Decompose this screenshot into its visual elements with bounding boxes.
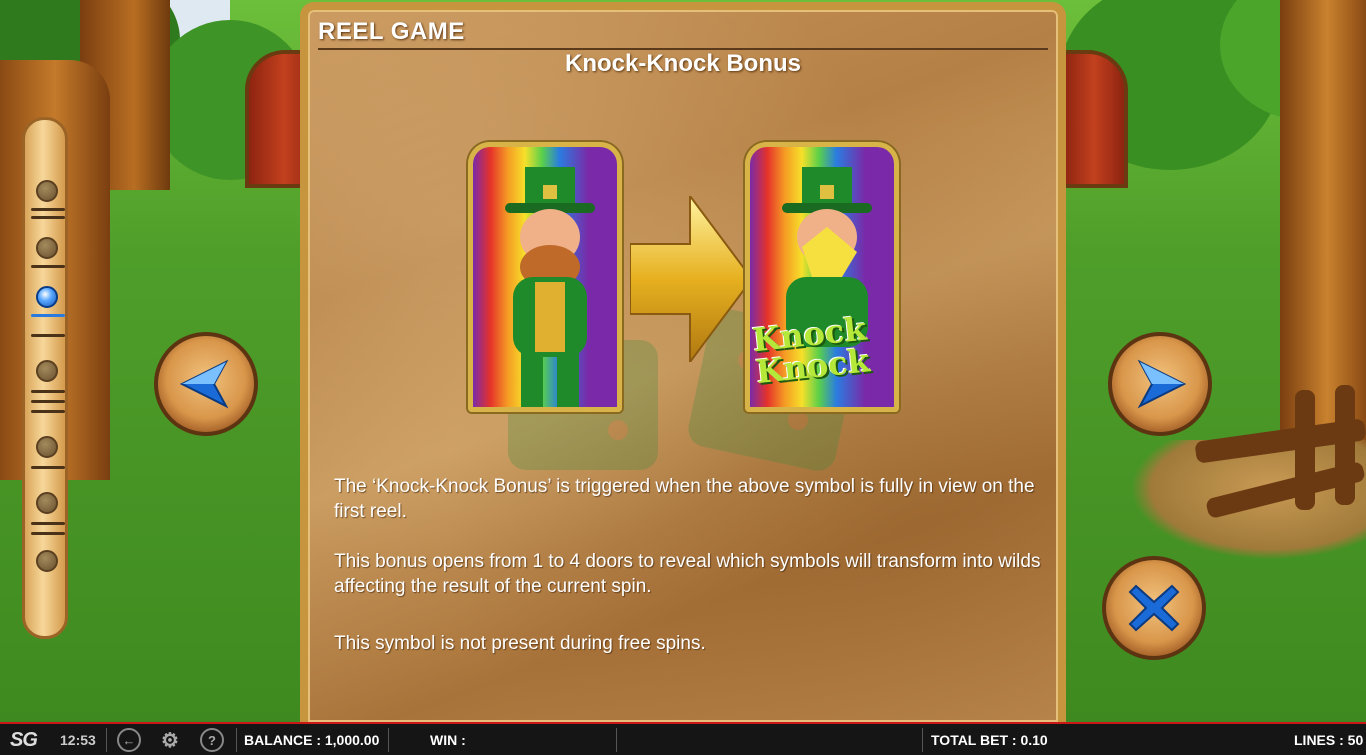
balance-label: BALANCE : 1,000.00 <box>244 732 380 748</box>
help-icon[interactable]: ? <box>200 728 224 752</box>
knock-knock-symbol: Knock Knock <box>745 142 899 412</box>
leprechaun-symbol <box>468 142 622 412</box>
description-paragraph-3: This symbol is not present during free s… <box>334 633 706 654</box>
wooden-fence <box>1194 385 1366 520</box>
next-page-button[interactable] <box>1108 332 1212 436</box>
clock: 12:53 <box>60 732 96 748</box>
lines-label: LINES : 50 <box>1294 732 1364 748</box>
back-icon[interactable]: ← <box>117 728 141 752</box>
description-paragraph-1: The ‘Knock-Knock Bonus’ is triggered whe… <box>334 476 1035 522</box>
page-dot-4[interactable] <box>36 360 58 382</box>
arrow-left-icon <box>179 359 229 409</box>
page-dot-6[interactable] <box>36 492 58 514</box>
page-indicator-strip <box>22 117 68 639</box>
sg-logo: SG <box>10 729 38 751</box>
page-dot-2[interactable] <box>36 237 58 259</box>
total-bet-label: TOTAL BET : 0.10 <box>931 732 1048 748</box>
panel-header: REEL GAME <box>318 18 465 45</box>
close-x-icon <box>1128 584 1180 632</box>
status-bar: SG 12:53 ← ⚙ ? BALANCE : 1,000.00 WIN : … <box>0 722 1366 755</box>
red-door-right <box>1060 50 1128 188</box>
panel-title: Knock-Knock Bonus <box>564 50 801 77</box>
page-dot-1[interactable] <box>36 180 58 202</box>
leprechaun-icon <box>505 167 595 407</box>
close-button[interactable] <box>1102 556 1206 660</box>
arrow-right-icon <box>1137 359 1187 409</box>
paytable-panel: REEL GAME Knock-Knock Bonus Knock Knock … <box>300 2 1066 722</box>
transform-arrow-icon <box>630 196 752 362</box>
page-dot-5[interactable] <box>36 436 58 458</box>
description-paragraph-2: This bonus opens from 1 to 4 doors to re… <box>334 551 1041 597</box>
page-dot-7[interactable] <box>36 550 58 572</box>
prev-page-button[interactable] <box>154 332 258 436</box>
page-dot-3-active[interactable] <box>36 286 58 308</box>
settings-gear-icon[interactable]: ⚙ <box>158 728 182 752</box>
win-label: WIN : <box>430 732 466 748</box>
